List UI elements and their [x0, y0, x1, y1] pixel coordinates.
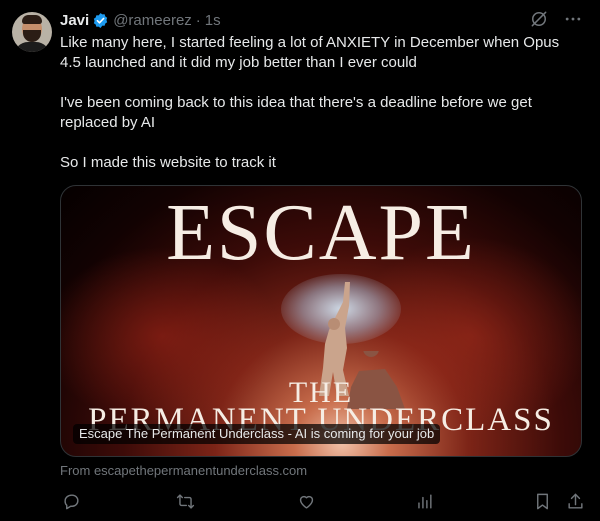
tweet-header: Javi @rameerez · 1s: [60, 9, 221, 31]
avatar[interactable]: [12, 12, 52, 52]
tweet-paragraph: I've been coming back to this idea that …: [60, 94, 532, 131]
link-card[interactable]: ESCAPE THE PERMANENT UNDERCLASS Escape T…: [60, 185, 582, 457]
author-name[interactable]: Javi: [60, 12, 89, 29]
tweet-text: Like many here, I started feeling a lot …: [60, 33, 580, 193]
retweet-icon[interactable]: [174, 490, 196, 512]
card-caption[interactable]: Escape The Permanent Underclass - AI is …: [73, 424, 441, 444]
bookmark-icon[interactable]: [531, 490, 553, 512]
like-icon[interactable]: [295, 490, 317, 512]
views-icon[interactable]: [413, 490, 435, 512]
tweet-top-actions: [528, 8, 584, 30]
tweet-paragraph: Like many here, I started feeling a lot …: [60, 34, 560, 71]
card-headline: ESCAPE: [166, 189, 476, 277]
avatar-shirt: [14, 42, 50, 52]
tweet-paragraph: So I made this website to track it: [60, 154, 276, 171]
author-handle[interactable]: @rameerez: [113, 12, 192, 29]
avatar-hair: [22, 15, 42, 24]
grok-icon[interactable]: [528, 8, 550, 30]
more-icon[interactable]: [562, 8, 584, 30]
header-separator: ·: [195, 11, 201, 29]
reply-icon[interactable]: [60, 490, 82, 512]
card-source-link[interactable]: From escapethepermanentunderclass.com: [60, 463, 307, 478]
avatar-beard: [23, 30, 41, 42]
tweet-timestamp[interactable]: 1s: [205, 12, 221, 29]
tweet-action-bar: [60, 490, 586, 512]
share-icon[interactable]: [564, 490, 586, 512]
verified-badge-icon: [92, 12, 109, 29]
